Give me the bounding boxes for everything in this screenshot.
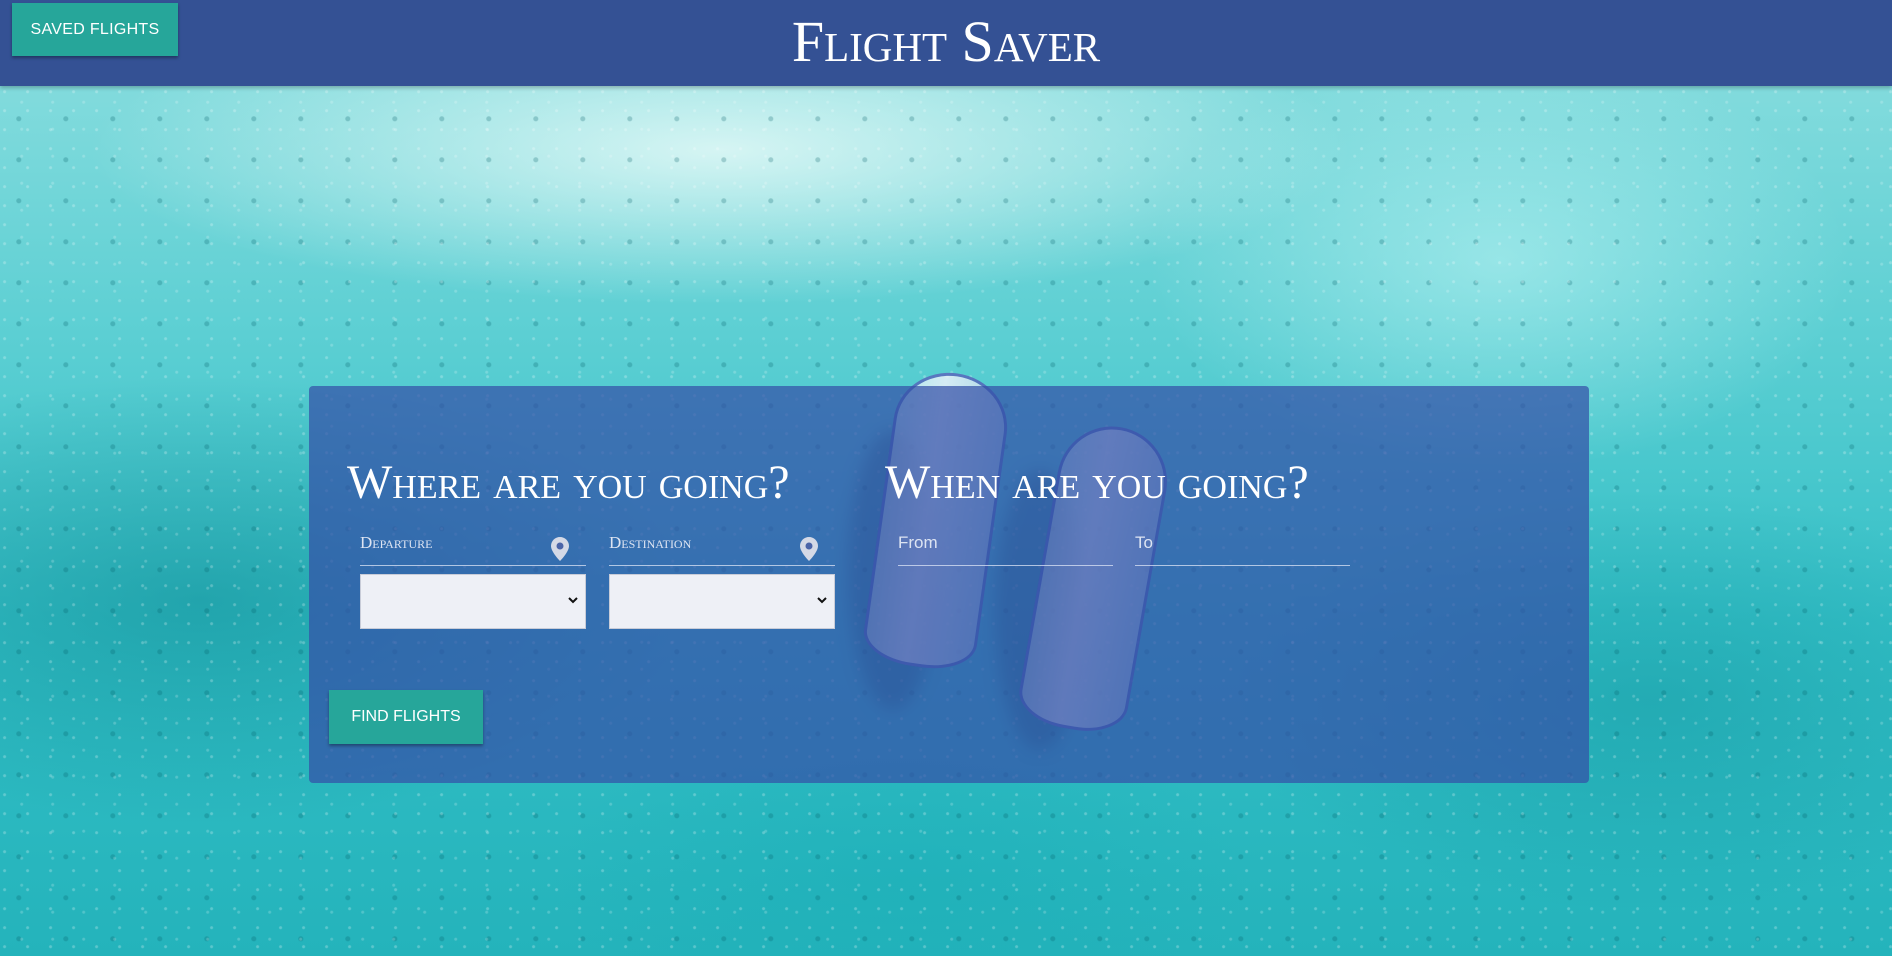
departure-select[interactable] xyxy=(360,574,586,629)
departure-label: Departure xyxy=(360,533,433,552)
top-navbar: SAVED FLIGHTS Flight Saver xyxy=(0,0,1892,86)
from-date-input[interactable]: From xyxy=(898,533,938,553)
to-date-underline xyxy=(1135,565,1350,566)
chevron-down-icon xyxy=(568,597,578,604)
departure-underline xyxy=(360,565,586,566)
destination-underline xyxy=(609,565,835,566)
location-pin-icon xyxy=(551,537,569,561)
from-date-underline xyxy=(898,565,1113,566)
chevron-down-icon xyxy=(817,597,827,604)
destination-select[interactable] xyxy=(609,574,835,629)
site-title: Flight Saver xyxy=(791,9,1101,74)
destination-label: Destination xyxy=(609,533,692,552)
when-heading: When are you going? xyxy=(885,456,1309,509)
find-flights-button[interactable]: FIND FLIGHTS xyxy=(329,690,483,744)
to-date-input[interactable]: To xyxy=(1135,533,1153,553)
where-heading: Where are you going? xyxy=(347,456,790,509)
location-pin-icon xyxy=(800,537,818,561)
